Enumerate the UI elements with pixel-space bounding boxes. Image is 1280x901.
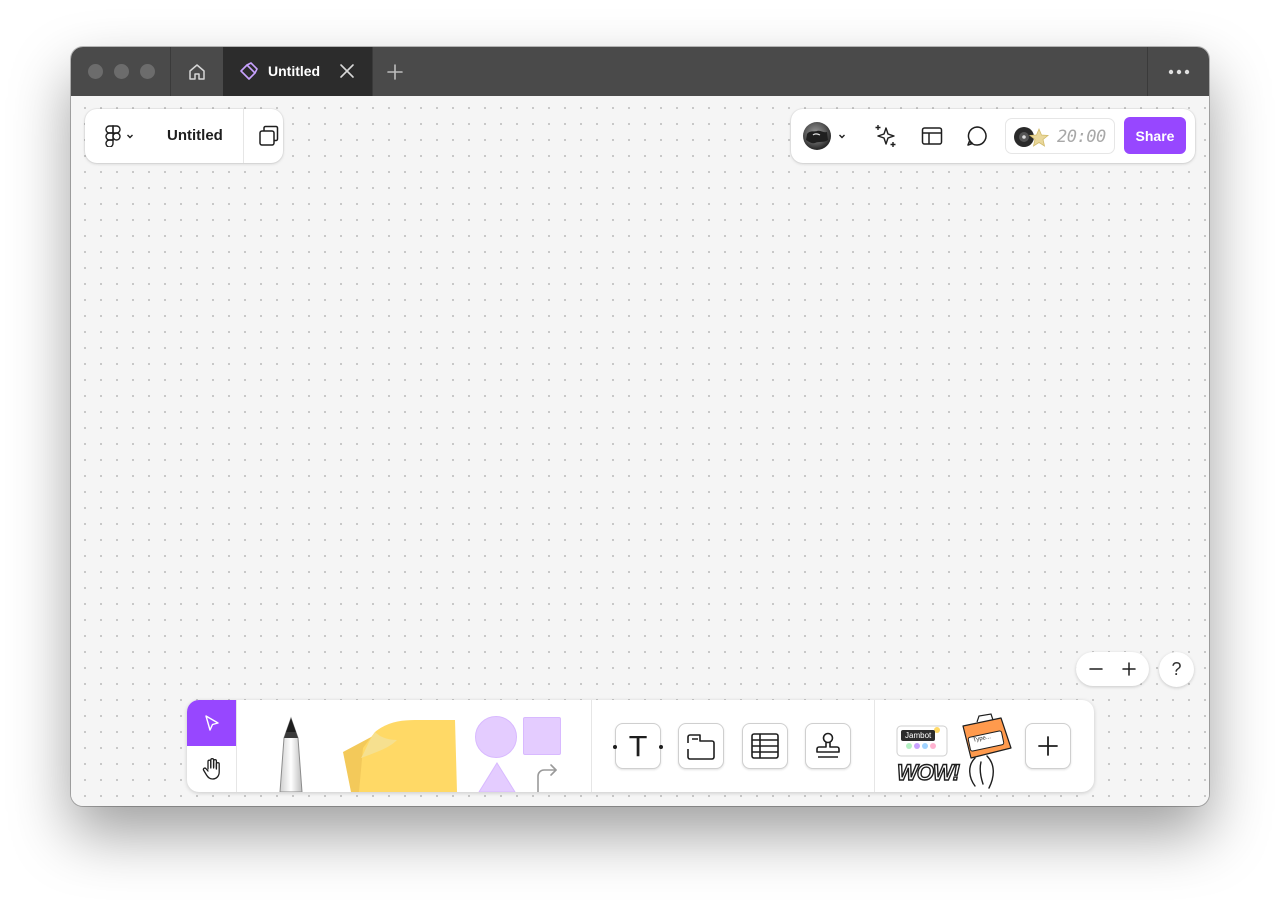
maximize-window-button[interactable] — [140, 64, 155, 79]
widget-badge: Jambot — [901, 730, 936, 741]
table-tool[interactable] — [742, 723, 788, 769]
cursor-icon — [204, 715, 219, 731]
plus-icon[interactable] — [383, 60, 407, 84]
avatar — [803, 122, 831, 150]
rectangle-shape-tool[interactable] — [523, 717, 561, 755]
minus-icon[interactable] — [1086, 659, 1106, 679]
tab-label: Untitled — [268, 63, 321, 79]
layout-icon[interactable] — [919, 123, 945, 149]
figma-logo-icon — [105, 125, 121, 147]
tab-untitled[interactable]: Untitled — [223, 47, 372, 96]
section-tool[interactable] — [678, 723, 724, 769]
window-controls — [88, 64, 155, 79]
minimize-window-button[interactable] — [114, 64, 129, 79]
widgets-tool[interactable]: Jambot WOW! — [895, 720, 961, 792]
pages-icon[interactable] — [255, 122, 283, 150]
plus-icon — [1038, 736, 1058, 756]
ai-sparkle-icon[interactable] — [873, 123, 899, 149]
plus-icon[interactable] — [1119, 659, 1139, 679]
title-bar: Untitled — [71, 47, 1209, 96]
file-menu-card: Untitled — [85, 109, 283, 163]
stamp-tool[interactable] — [805, 723, 851, 769]
plugins-tool[interactable]: Type... — [953, 712, 1015, 792]
figjam-file-icon — [240, 62, 258, 80]
help-button[interactable]: ? — [1159, 652, 1194, 687]
ellipse-shape-tool[interactable] — [475, 716, 517, 758]
close-icon[interactable] — [339, 63, 355, 79]
divider — [236, 700, 237, 792]
sticky-note-tool[interactable] — [337, 718, 459, 792]
more-icon — [1168, 69, 1189, 74]
divider — [243, 109, 244, 163]
timer-display: 20:00 — [1057, 127, 1106, 147]
table-icon — [751, 733, 779, 759]
text-tool-glyph: T — [629, 729, 647, 763]
handle-dot — [613, 745, 617, 749]
connector-tool[interactable] — [534, 760, 560, 792]
handle-dot — [659, 745, 663, 749]
comment-icon[interactable] — [964, 123, 990, 149]
chevron-down-icon — [127, 134, 133, 139]
move-tool[interactable] — [187, 700, 236, 746]
divider — [591, 700, 592, 792]
titlebar-divider — [372, 47, 373, 96]
more-tools-button[interactable] — [1025, 723, 1071, 769]
divider — [874, 700, 875, 792]
chevron-down-icon — [839, 134, 845, 139]
music-timer-icon — [1014, 127, 1050, 147]
app-window: Untitled Untitled 20:00 Share ? T Jambot… — [71, 47, 1209, 806]
stamp-icon — [816, 732, 840, 758]
hand-icon — [202, 758, 220, 780]
toolbar-right: 20:00 Share — [791, 109, 1195, 163]
home-button[interactable] — [171, 47, 223, 96]
timer-button[interactable]: 20:00 — [1005, 118, 1115, 154]
text-tool[interactable]: T — [613, 723, 663, 769]
toolbox-icon — [962, 713, 1012, 789]
marker-tool[interactable] — [265, 716, 317, 792]
file-name[interactable]: Untitled — [167, 127, 223, 144]
hand-tool[interactable] — [187, 746, 236, 792]
triangle-shape-tool[interactable] — [478, 762, 516, 792]
zoom-controls — [1076, 652, 1149, 686]
main-menu-button[interactable] — [105, 123, 139, 149]
share-button[interactable]: Share — [1124, 117, 1186, 154]
more-menu-button[interactable] — [1147, 47, 1209, 96]
home-icon — [189, 63, 205, 80]
section-icon — [687, 734, 715, 760]
user-avatar-button[interactable] — [803, 122, 851, 150]
widget-caption: WOW! — [896, 759, 960, 785]
close-window-button[interactable] — [88, 64, 103, 79]
creation-toolbar: T Jambot WOW! Type... — [187, 700, 1094, 792]
